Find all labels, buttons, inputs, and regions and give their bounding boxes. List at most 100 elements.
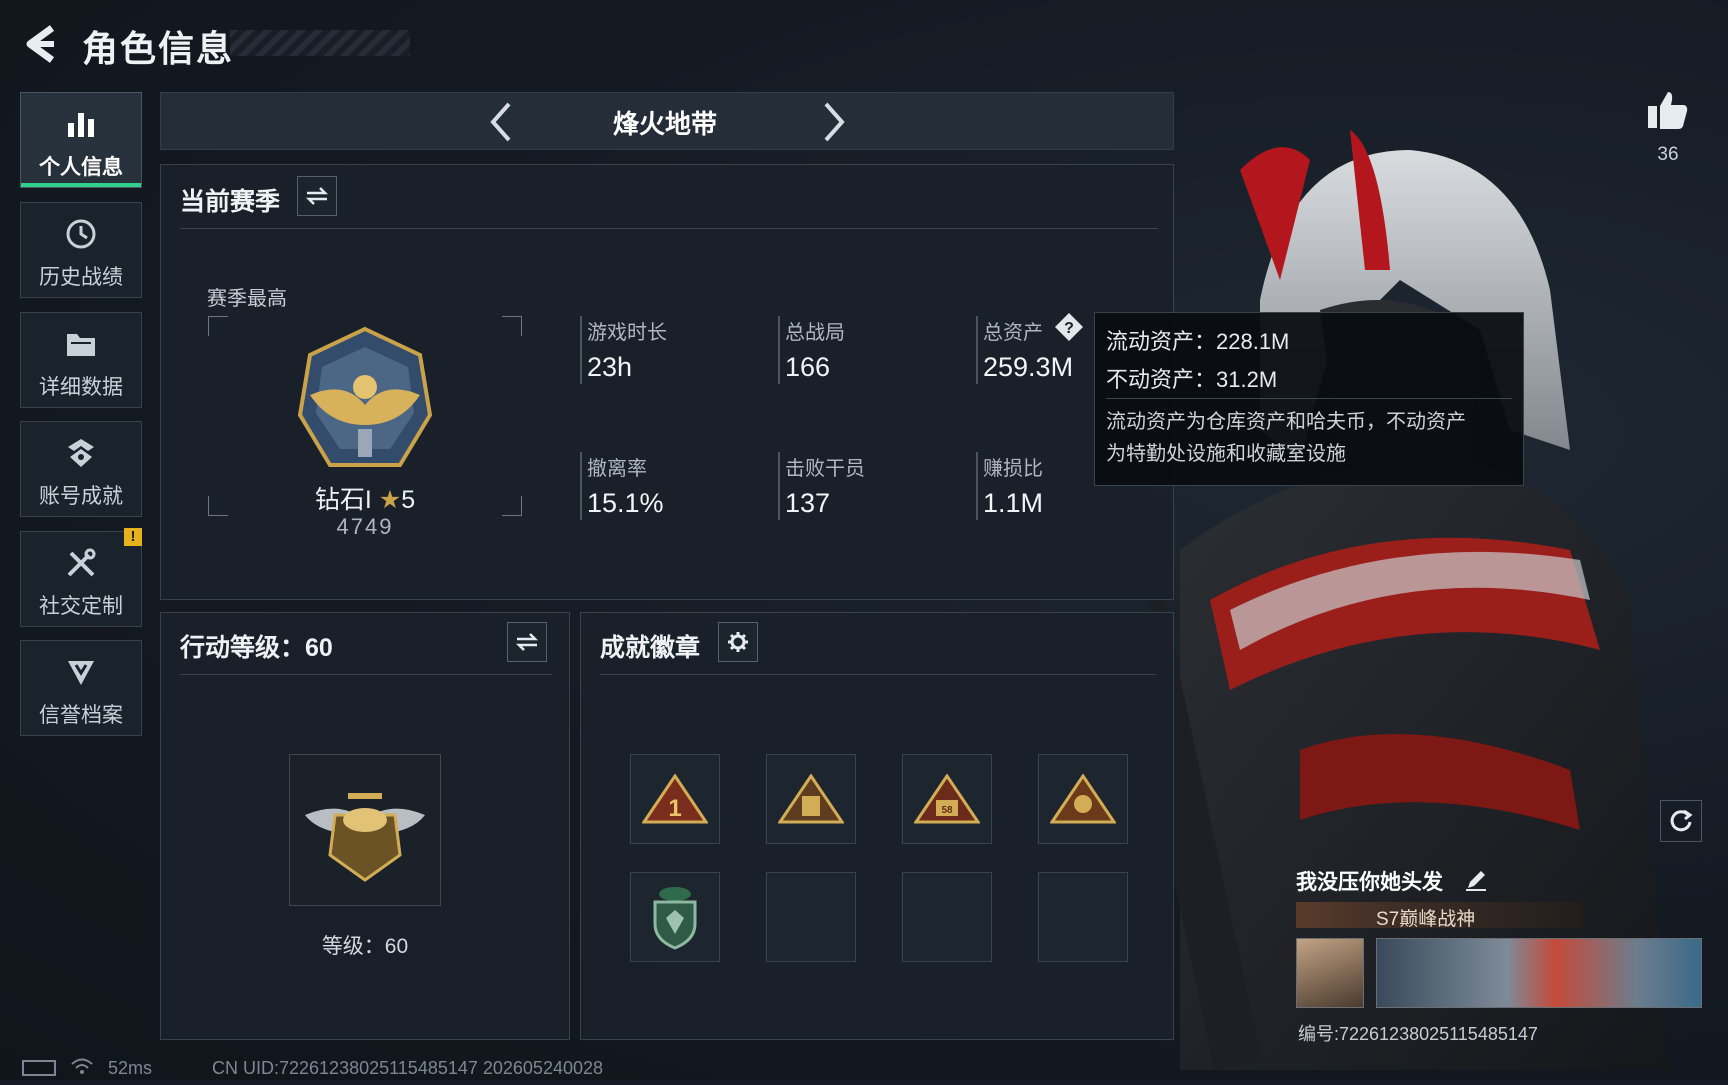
stat-value: 137 (785, 488, 831, 518)
stat-value: 1.1M (983, 488, 1044, 518)
title-decoration (230, 30, 410, 56)
stat-value: 23h (587, 352, 633, 382)
achievement-icon (21, 436, 141, 470)
stat-label: 击败干员 (785, 458, 865, 480)
sidebar-item-label: 社交定制 (39, 595, 123, 618)
swap-icon (515, 633, 539, 651)
star-icon: ★ (378, 486, 402, 514)
rotate-character-button[interactable] (1660, 800, 1702, 842)
stat-label: 总战局 (785, 322, 845, 344)
empty-badge-slot[interactable] (902, 872, 992, 962)
empty-badge-slot[interactable] (766, 872, 856, 962)
sidebar-item-personal-info[interactable]: 个人信息 (20, 92, 142, 188)
action-level-title: 行动等级：60 (180, 634, 333, 662)
triangle-badge-icon: 58 (914, 774, 980, 824)
sidebar-item-label: 历史战绩 (39, 266, 123, 289)
tooltip-liquid-assets: 流动资产：228.1M (1106, 329, 1290, 354)
svg-text:1: 1 (668, 795, 681, 822)
refresh-icon (1670, 809, 1693, 832)
action-level-switch-button[interactable] (507, 622, 547, 662)
green-shield-badge-icon (653, 887, 697, 950)
empty-badge-slot[interactable] (1038, 872, 1128, 962)
prev-mode-button[interactable] (485, 100, 515, 149)
pencil-icon (1466, 871, 1486, 891)
stat-label: 赚损比 (983, 458, 1043, 480)
ping-value: 52ms (108, 1058, 153, 1078)
tooltip-fixed-assets: 不动资产：31.2M (1106, 367, 1278, 392)
divider (180, 674, 552, 675)
stat-label: 总资产 (983, 322, 1043, 344)
history-icon (21, 217, 141, 251)
badges-title: 成就徽章 (600, 634, 701, 662)
stat-value: 15.1% (587, 488, 664, 518)
achievement-badge[interactable] (630, 872, 720, 962)
tooltip-divider (1106, 398, 1512, 399)
swap-icon (305, 187, 329, 205)
season-best-label: 赛季最高 (207, 288, 287, 310)
achievement-badge[interactable]: 58 (902, 754, 992, 844)
rank-name: 钻石I (314, 486, 372, 514)
stat-divider (976, 316, 978, 384)
tools-icon (21, 546, 141, 580)
sidebar-item-history[interactable]: 历史战绩 (20, 202, 142, 298)
tooltip-desc-line2: 为特勤处设施和收藏室设施 (1106, 443, 1346, 465)
season-title: 当前赛季 (180, 188, 281, 216)
stat-divider (778, 452, 780, 520)
edit-name-button[interactable] (1464, 868, 1488, 897)
stat-divider (778, 316, 780, 384)
folder-icon (21, 327, 141, 361)
wifi-icon (70, 1056, 94, 1081)
battery-icon (22, 1060, 56, 1076)
player-banner-card[interactable] (1376, 938, 1702, 1008)
like-button[interactable] (1646, 88, 1690, 137)
triangle-badge-icon: 1 (642, 774, 708, 824)
page-title: 角色信息 (82, 28, 235, 69)
divider (180, 228, 1158, 229)
active-indicator (21, 183, 141, 187)
back-button[interactable] (20, 22, 60, 66)
player-name: 我没压你她头发 (1296, 871, 1443, 894)
stat-label: 撤离率 (587, 458, 647, 480)
action-level-emblem (289, 754, 441, 906)
tooltip-desc-line1: 流动资产为仓库资产和哈夫币，不动资产 (1106, 411, 1466, 433)
rank-name-row: 钻石I ★5 (300, 480, 430, 516)
sidebar-item-label: 账号成就 (39, 485, 123, 508)
uid-text: CN UID:72261238025115485147 202605240028 (212, 1058, 604, 1078)
achievement-badge[interactable] (766, 754, 856, 844)
notification-badge: ! (124, 528, 142, 546)
gear-icon (728, 632, 748, 652)
triangle-badge-icon (778, 774, 844, 824)
sidebar-item-label: 个人信息 (39, 156, 123, 179)
mode-label: 烽火地带 (612, 109, 717, 139)
achievement-badge[interactable] (1038, 754, 1128, 844)
next-mode-button[interactable] (820, 100, 850, 149)
stat-label: 游戏时长 (587, 322, 667, 344)
action-level-value: 等级：60 (321, 935, 409, 958)
thumbs-up-icon (1648, 92, 1688, 129)
divider (600, 674, 1156, 675)
bar-chart-icon (21, 107, 141, 141)
player-id: 编号:72261238025115485147 (1298, 1024, 1538, 1044)
svg-text:?: ? (1064, 320, 1074, 337)
season-switch-button[interactable] (297, 176, 337, 216)
rank-stars: 5 (401, 486, 416, 514)
sidebar-item-label: 信誉档案 (39, 704, 123, 727)
stat-divider (976, 452, 978, 520)
badges-settings-button[interactable] (718, 622, 758, 662)
asset-help-button[interactable]: ? (1054, 312, 1084, 342)
player-avatar[interactable] (1296, 938, 1364, 1008)
rank-emblem (290, 325, 440, 480)
stat-value: 259.3M (983, 352, 1074, 382)
achievement-badge[interactable]: 1 (630, 754, 720, 844)
sidebar-item-detail-data[interactable]: 详细数据 (20, 312, 142, 408)
triangle-badge-icon (1050, 774, 1116, 824)
sidebar-item-label: 详细数据 (39, 376, 123, 399)
sidebar-item-credit-file[interactable]: 信誉档案 (20, 640, 142, 736)
sidebar-item-achievements[interactable]: 账号成就 (20, 421, 142, 517)
like-count: 36 (1657, 144, 1679, 165)
credit-shield-icon (21, 655, 141, 689)
svg-text:58: 58 (941, 805, 953, 816)
stat-divider (580, 452, 582, 520)
rank-score: 4749 (336, 514, 394, 539)
stat-divider (580, 316, 582, 384)
